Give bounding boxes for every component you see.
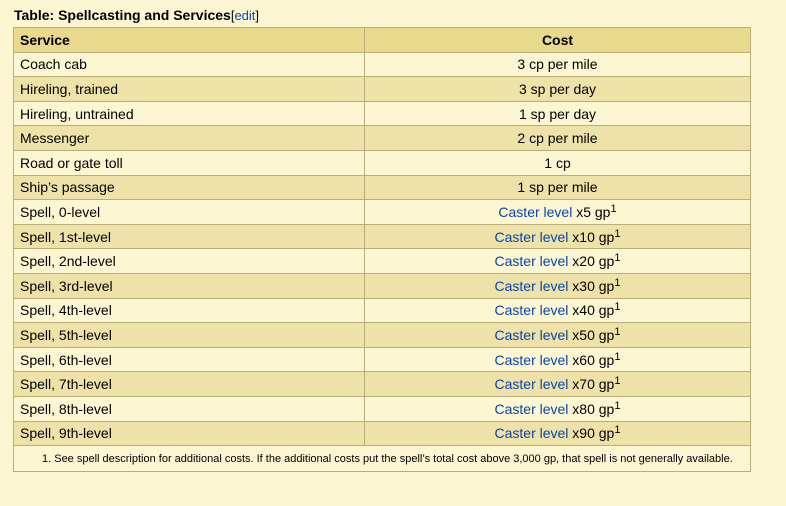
cost-multiplier: x30 gp (568, 277, 615, 294)
cost-multiplier: x70 gp (568, 376, 615, 393)
cost-cell: Caster level x30 gp1 (364, 272, 751, 299)
cost-multiplier: x20 gp (568, 253, 615, 270)
service-cell: Spell, 3rd-level (13, 272, 365, 299)
cost-cell: 3 sp per day (364, 76, 751, 102)
service-cell: Hireling, trained (13, 76, 365, 102)
service-cell: Spell, 9th-level (13, 420, 365, 447)
table-row: Messenger 2 cp per mile (13, 125, 751, 151)
footnote-marker: 1 (614, 301, 621, 314)
footnote-marker: 1 (614, 424, 621, 437)
caster-level-link[interactable]: Caster level (495, 302, 569, 318)
table-row: Spell, 1st-level Caster level x10 gp1 (13, 223, 751, 250)
table-row: Spell, 5th-level Caster level x50 gp1 (13, 322, 751, 348)
page: Table: Spellcasting and Services[edit] S… (0, 0, 786, 506)
cost-cell: 1 sp per mile (364, 174, 751, 201)
service-cell: Spell, 1st-level (13, 223, 365, 250)
table-row: Spell, 3rd-level Caster level x30 gp1 (13, 272, 751, 299)
service-cell: Coach cab (13, 51, 365, 78)
footnote-marker: 1 (614, 350, 621, 363)
table-row: Spell, 2nd-level Caster level x20 gp1 (13, 248, 751, 274)
header-service: Service (13, 27, 365, 53)
service-cell: Spell, 6th-level (13, 346, 365, 373)
service-cell: Road or gate toll (13, 149, 365, 176)
service-cell: Spell, 4th-level (13, 297, 365, 324)
service-cell: Spell, 5th-level (13, 322, 365, 348)
cost-cell: Caster level x40 gp1 (364, 297, 751, 324)
footnote-marker: 1 (614, 227, 621, 240)
table-row: Spell, 6th-level Caster level x60 gp1 (13, 346, 751, 373)
table-row: Hireling, untrained 1 sp per day (13, 100, 751, 127)
cost-cell: 1 sp per day (364, 100, 751, 127)
header-row: Service Cost (13, 27, 751, 53)
cost-cell: Caster level x5 gp1 (364, 199, 751, 225)
caster-level-link[interactable]: Caster level (495, 278, 569, 294)
cost-cell: Caster level x10 gp1 (364, 223, 751, 250)
cost-multiplier: x50 gp (568, 326, 615, 343)
cost-multiplier: x90 gp (568, 425, 615, 442)
cost-multiplier: x40 gp (568, 302, 615, 319)
header-cost: Cost (364, 27, 751, 53)
edit-section: [edit] (231, 8, 259, 23)
service-cell: Spell, 7th-level (13, 371, 365, 397)
cost-cell: Caster level x90 gp1 (364, 420, 751, 447)
footnote-marker: 1 (614, 276, 621, 289)
cost-cell: 2 cp per mile (364, 125, 751, 151)
service-cell: Messenger (13, 125, 365, 151)
service-cell: Spell, 8th-level (13, 395, 365, 422)
cost-cell: Caster level x20 gp1 (364, 248, 751, 274)
caption-title: Table: Spellcasting and Services (14, 7, 231, 23)
table-row: Spell, 8th-level Caster level x80 gp1 (13, 395, 751, 422)
caster-level-link[interactable]: Caster level (495, 401, 569, 417)
service-cell: Spell, 0-level (13, 199, 365, 225)
table-row: Ship’s passage 1 sp per mile (13, 174, 751, 201)
table-row: Coach cab 3 cp per mile (13, 51, 751, 78)
caster-level-link[interactable]: Caster level (495, 425, 569, 441)
cost-cell: Caster level x70 gp1 (364, 371, 751, 397)
footnote-marker: 1 (614, 325, 621, 338)
footnote-marker: 1 (614, 399, 621, 412)
table-row: Spell, 7th-level Caster level x70 gp1 (13, 371, 751, 397)
caster-level-link[interactable]: Caster level (495, 253, 569, 269)
edit-bracket-close: ] (255, 8, 260, 23)
footnote-row: 1. See spell description for additional … (13, 445, 751, 473)
cost-cell: Caster level x60 gp1 (364, 346, 751, 373)
footnote: 1. See spell description for additional … (13, 445, 751, 473)
service-cell: Ship’s passage (13, 174, 365, 201)
footnote-marker: 1 (614, 375, 621, 388)
footnote-marker: 1 (614, 252, 621, 265)
cost-multiplier: x80 gp (568, 400, 615, 417)
cost-cell: 1 cp (364, 149, 751, 176)
edit-link[interactable]: edit (234, 8, 255, 23)
cost-multiplier: x10 gp (568, 228, 615, 245)
service-cell: Spell, 2nd-level (13, 248, 365, 274)
caster-level-link[interactable]: Caster level (498, 204, 572, 220)
caster-level-link[interactable]: Caster level (495, 327, 569, 343)
footnote-marker: 1 (610, 202, 617, 215)
cost-cell: Caster level x50 gp1 (364, 322, 751, 348)
table-row: Spell, 4th-level Caster level x40 gp1 (13, 297, 751, 324)
table-row: Hireling, trained 3 sp per day (13, 76, 751, 102)
cost-cell: Caster level x80 gp1 (364, 395, 751, 422)
table-row: Road or gate toll 1 cp (13, 149, 751, 176)
cost-multiplier: x60 gp (568, 351, 615, 368)
caster-level-link[interactable]: Caster level (495, 352, 569, 368)
table-row: Spell, 9th-level Caster level x90 gp1 (13, 420, 751, 447)
table-row: Spell, 0-level Caster level x5 gp1 (13, 199, 751, 225)
table-caption: Table: Spellcasting and Services[edit] (14, 7, 259, 23)
cost-multiplier: x5 gp (572, 203, 611, 220)
service-cell: Hireling, untrained (13, 100, 365, 127)
caster-level-link[interactable]: Caster level (495, 229, 569, 245)
cost-cell: 3 cp per mile (364, 51, 751, 78)
services-table: Service Cost Coach cab 3 cp per mile Hirel… (13, 27, 751, 473)
caster-level-link[interactable]: Caster level (495, 376, 569, 392)
